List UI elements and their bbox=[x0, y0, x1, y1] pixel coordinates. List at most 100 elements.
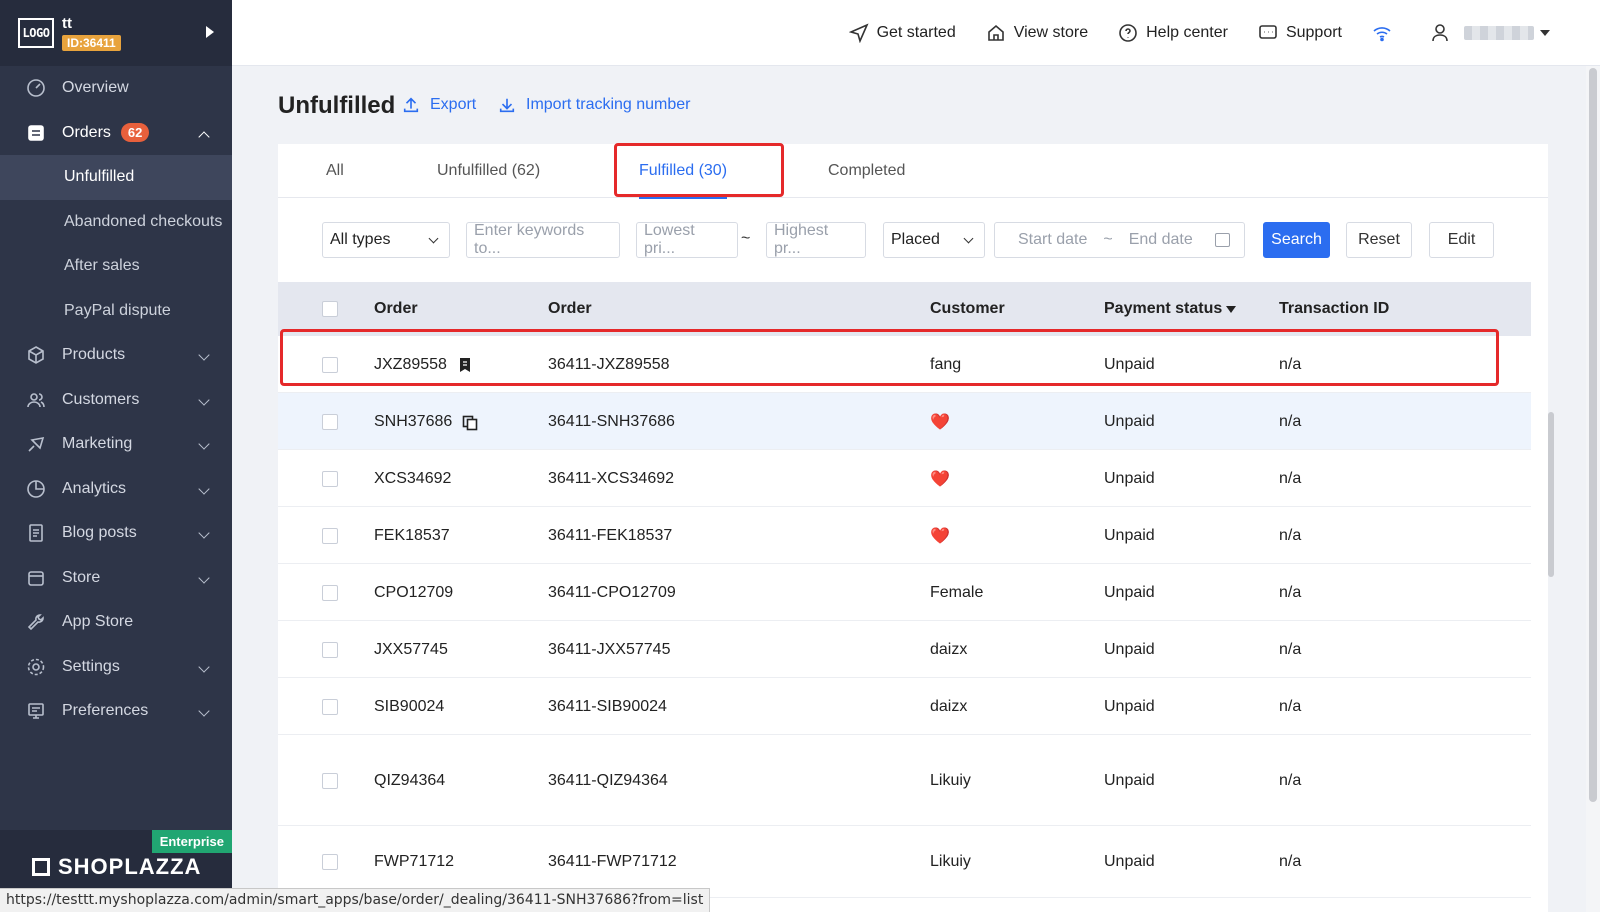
keywords-input[interactable]: Enter keywords to... bbox=[466, 222, 620, 258]
order-name[interactable]: JXX57745 bbox=[374, 621, 448, 678]
order-number: 36411-QIZ94364 bbox=[548, 772, 668, 789]
payment-status: Unpaid bbox=[1104, 526, 1155, 544]
order-name[interactable]: SNH37686 bbox=[374, 393, 478, 450]
question-icon bbox=[1119, 23, 1137, 42]
edit-button[interactable]: Edit bbox=[1429, 222, 1494, 258]
support-link[interactable]: Support bbox=[1258, 23, 1342, 43]
view-store-link[interactable]: View store bbox=[986, 23, 1088, 43]
sort-down-icon bbox=[1226, 305, 1237, 313]
table-row[interactable]: SIB90024 36411-SIB90024 daizx Unpaid n/a bbox=[278, 678, 1531, 735]
sidebar-item-marketing[interactable]: Marketing bbox=[0, 422, 232, 467]
main-content: Unfulfilled Export Import tracking numbe… bbox=[232, 66, 1600, 912]
date-range-picker[interactable]: Start date ~ End date bbox=[994, 222, 1245, 258]
export-button[interactable]: Export bbox=[402, 96, 476, 114]
import-tracking-button[interactable]: Import tracking number bbox=[498, 96, 691, 114]
play-icon[interactable] bbox=[206, 26, 214, 38]
sidebar-subitem-abandoned-checkouts[interactable]: Abandoned checkouts bbox=[0, 200, 232, 245]
get-started-link[interactable]: Get started bbox=[848, 22, 956, 43]
table-scrollbar-thumb[interactable] bbox=[1548, 412, 1554, 577]
payment-status: Unpaid bbox=[1104, 853, 1155, 870]
chevron-down-icon bbox=[428, 233, 439, 244]
sidebar-item-orders[interactable]: Orders 62 bbox=[0, 111, 232, 156]
gauge-icon bbox=[26, 78, 46, 98]
order-name[interactable]: CPO12709 bbox=[374, 564, 453, 621]
customer-name: Female bbox=[930, 583, 984, 601]
chevron-down-icon bbox=[198, 482, 210, 495]
copy-icon[interactable] bbox=[462, 414, 478, 430]
row-checkbox[interactable] bbox=[322, 470, 338, 487]
order-number: 36411-JXX57745 bbox=[548, 640, 671, 658]
sidebar-subitem-unfulfilled[interactable]: Unfulfilled bbox=[0, 155, 232, 200]
payment-status: Unpaid bbox=[1104, 640, 1155, 658]
calendar-icon bbox=[1215, 233, 1230, 247]
customer-name: Likuiy bbox=[930, 772, 971, 789]
order-name[interactable]: FEK18537 bbox=[374, 507, 450, 564]
sidebar-subitem-paypal-dispute[interactable]: PayPal dispute bbox=[0, 289, 232, 334]
account-menu[interactable] bbox=[1430, 23, 1550, 43]
lowest-price-input[interactable]: Lowest pri... bbox=[636, 222, 738, 258]
table-row[interactable]: SNH37686 36411-SNH37686 ❤️ Unpaid n/a bbox=[278, 393, 1531, 450]
end-date-input[interactable]: End date bbox=[1129, 231, 1193, 249]
help-center-link[interactable]: Help center bbox=[1118, 23, 1228, 43]
payment-status: Unpaid bbox=[1104, 412, 1155, 430]
page-scrollbar-thumb[interactable] bbox=[1589, 68, 1597, 802]
table-row[interactable]: CPO12709 36411-CPO12709 Female Unpaid n/a bbox=[278, 564, 1531, 621]
document-icon bbox=[26, 523, 46, 543]
sidebar-nav: Overview Orders 62 Unfulfilled Abandoned… bbox=[0, 66, 232, 734]
orders-count-badge: 62 bbox=[120, 123, 150, 143]
caret-down-icon bbox=[1540, 29, 1550, 36]
tab-all[interactable]: All bbox=[326, 144, 344, 198]
transaction-id: n/a bbox=[1279, 412, 1302, 430]
search-button[interactable]: Search bbox=[1263, 222, 1330, 258]
upload-icon bbox=[403, 97, 419, 113]
chevron-down-icon bbox=[198, 349, 210, 361]
sidebar-item-products[interactable]: Products bbox=[0, 333, 232, 378]
order-number: 36411-SIB90024 bbox=[548, 697, 667, 715]
reset-button[interactable]: Reset bbox=[1346, 222, 1412, 258]
order-name[interactable]: SIB90024 bbox=[374, 678, 444, 735]
customer-name: Likuiy bbox=[930, 853, 971, 870]
start-date-input[interactable]: Start date bbox=[1018, 231, 1087, 249]
highlight-box-first-row bbox=[280, 329, 1499, 386]
wrench-icon bbox=[26, 612, 46, 632]
row-checkbox[interactable] bbox=[322, 527, 338, 544]
transaction-id: n/a bbox=[1279, 697, 1302, 715]
sidebar-item-blog-posts[interactable]: Blog posts bbox=[0, 511, 232, 556]
sidebar-subitem-after-sales[interactable]: After sales bbox=[0, 244, 232, 289]
row-checkbox[interactable] bbox=[322, 584, 338, 601]
customer-name: ❤️ bbox=[930, 413, 950, 431]
order-name[interactable]: QIZ94364 bbox=[374, 736, 445, 826]
row-checkbox[interactable] bbox=[322, 641, 338, 658]
payment-status: Unpaid bbox=[1104, 697, 1155, 715]
tab-completed[interactable]: Completed bbox=[828, 144, 905, 198]
table-row[interactable]: JXX57745 36411-JXX57745 daizx Unpaid n/a bbox=[278, 621, 1531, 678]
column-header-payment-status[interactable]: Payment status bbox=[1104, 282, 1237, 336]
sidebar-item-store[interactable]: Store bbox=[0, 556, 232, 601]
select-all-checkbox[interactable] bbox=[322, 301, 338, 317]
sidebar-item-preferences[interactable]: Preferences bbox=[0, 689, 232, 734]
active-tab-underline bbox=[639, 197, 728, 199]
date-type-select[interactable]: Placed bbox=[883, 222, 985, 258]
row-checkbox[interactable] bbox=[322, 854, 338, 870]
monitor-icon bbox=[26, 701, 46, 721]
users-icon bbox=[26, 390, 46, 410]
row-checkbox[interactable] bbox=[322, 773, 338, 789]
wifi-icon[interactable] bbox=[1372, 23, 1400, 43]
highest-price-input[interactable]: Highest pr... bbox=[766, 222, 866, 258]
chevron-down-icon bbox=[198, 571, 210, 584]
table-row[interactable]: FEK18537 36411-FEK18537 ❤️ Unpaid n/a bbox=[278, 507, 1531, 564]
column-header-customer: Customer bbox=[930, 300, 1005, 317]
type-select[interactable]: All types bbox=[322, 222, 450, 258]
sidebar-item-analytics[interactable]: Analytics bbox=[0, 467, 232, 512]
row-checkbox[interactable] bbox=[322, 413, 338, 430]
table-row[interactable]: XCS34692 36411-XCS34692 ❤️ Unpaid n/a bbox=[278, 450, 1531, 507]
row-checkbox[interactable] bbox=[322, 698, 338, 715]
sidebar-item-overview[interactable]: Overview bbox=[0, 66, 232, 111]
sidebar-item-settings[interactable]: Settings bbox=[0, 645, 232, 690]
table-row[interactable]: QIZ94364 36411-QIZ94364 Likuiy Unpaid n/a bbox=[278, 736, 1531, 826]
sidebar-item-customers[interactable]: Customers bbox=[0, 378, 232, 423]
tab-unfulfilled[interactable]: Unfulfilled (62) bbox=[437, 144, 540, 198]
page-scrollbar[interactable] bbox=[1586, 66, 1600, 912]
order-name[interactable]: XCS34692 bbox=[374, 450, 451, 507]
sidebar-item-app-store[interactable]: App Store bbox=[0, 600, 232, 645]
